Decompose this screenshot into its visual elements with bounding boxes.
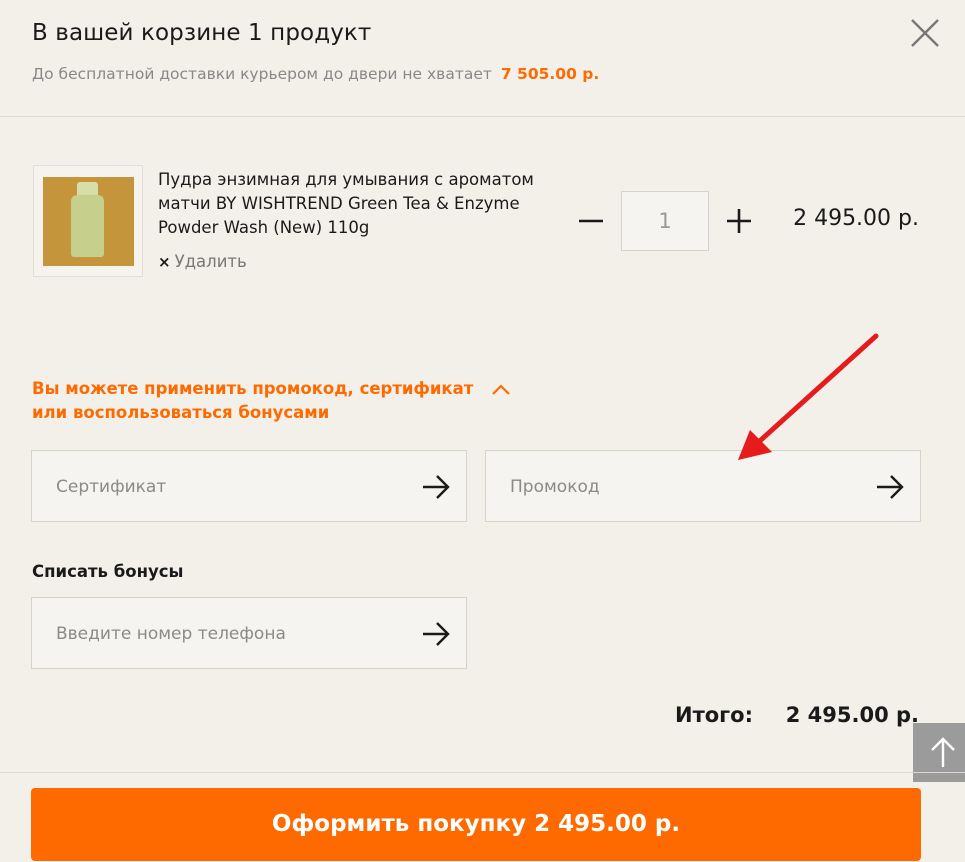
product-name[interactable]: Пудра энзимная для умывания с ароматом м… bbox=[158, 168, 568, 240]
phone-submit-button[interactable] bbox=[420, 620, 452, 648]
increase-quantity-button[interactable] bbox=[723, 204, 755, 236]
bottle bbox=[71, 195, 104, 257]
item-price: 2 495.00 р. bbox=[793, 206, 919, 231]
remove-icon: × bbox=[158, 253, 171, 271]
header-divider bbox=[0, 116, 965, 117]
phone-field[interactable]: Введите номер телефона bbox=[31, 597, 467, 669]
close-icon bbox=[911, 19, 939, 47]
footer-divider bbox=[0, 772, 965, 773]
arrow-right-icon bbox=[423, 622, 450, 646]
shipping-amount: 7 505.00 р. bbox=[500, 65, 600, 83]
certificate-input[interactable]: Сертификат bbox=[56, 477, 166, 497]
minus-icon bbox=[579, 219, 603, 223]
remove-label: Удалить bbox=[174, 252, 247, 271]
promo-toggle-label: Вы можете применить промокод, сертификат… bbox=[32, 379, 474, 422]
phone-input[interactable]: Введите номер телефона bbox=[56, 624, 286, 644]
remove-button[interactable]: × Удалить bbox=[158, 252, 247, 271]
annotation-arrow-icon bbox=[738, 333, 879, 460]
checkout-button[interactable]: Оформить покупку 2 495.00 р. bbox=[31, 788, 921, 861]
certificate-submit-button[interactable] bbox=[420, 473, 452, 501]
quantity-input[interactable]: 1 bbox=[621, 191, 709, 251]
cart-title: В вашей корзине 1 продукт bbox=[32, 20, 372, 46]
shipping-note-text: До бесплатной доставки курьером до двери… bbox=[32, 65, 492, 83]
close-button[interactable] bbox=[904, 14, 944, 54]
chevron-up-icon bbox=[492, 384, 510, 395]
promocode-field[interactable]: Промокод bbox=[485, 450, 921, 522]
total-value: 2 495.00 р. bbox=[785, 703, 919, 727]
certificate-field[interactable]: Сертификат bbox=[31, 450, 467, 522]
arrow-right-icon bbox=[423, 475, 450, 499]
arrow-right-icon bbox=[877, 475, 904, 499]
product-image[interactable] bbox=[33, 165, 143, 277]
plus-icon bbox=[727, 209, 751, 233]
promocode-submit-button[interactable] bbox=[874, 473, 906, 501]
arrow-up-icon bbox=[931, 737, 955, 767]
scroll-to-top-button[interactable] bbox=[913, 723, 965, 782]
promocode-input[interactable]: Промокод bbox=[510, 477, 600, 497]
shipping-note: До бесплатной доставки курьером до двери… bbox=[32, 65, 599, 83]
promo-toggle[interactable]: Вы можете применить промокод, сертификат… bbox=[32, 377, 510, 425]
bonus-label: Списать бонусы bbox=[32, 562, 184, 581]
decrease-quantity-button[interactable] bbox=[575, 204, 607, 236]
total-label: Итого: bbox=[675, 703, 753, 727]
product-photo bbox=[43, 177, 134, 266]
